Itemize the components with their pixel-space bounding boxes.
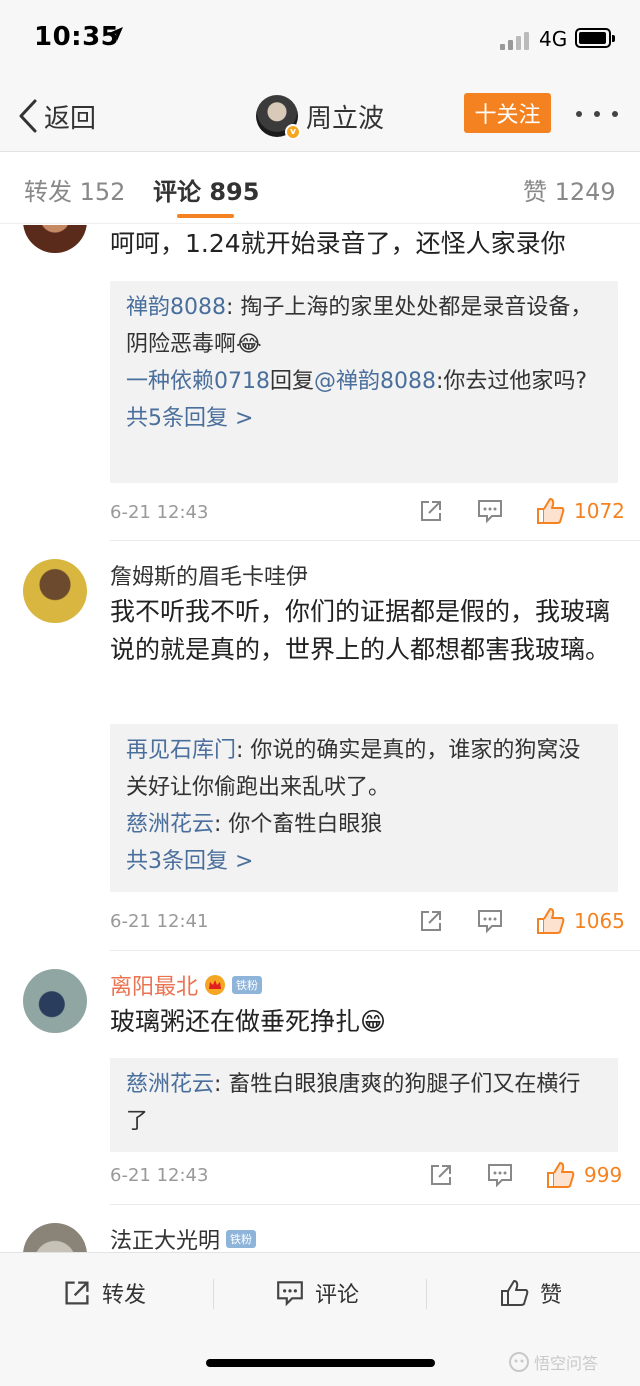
like-count: 999 [584,1163,623,1187]
comment-time: 6-21 12:41 [110,911,209,932]
comment-icon [277,1281,303,1307]
reply-box[interactable]: 慈洲花云: 畜牲白眼狼唐爽的狗腿子们又在横行了 [110,1058,618,1152]
reply-mention[interactable]: @禅韵8088 [314,369,436,394]
active-tab-indicator [177,214,234,218]
watermark-text: 悟空问答 [534,1354,599,1373]
battery-icon [575,28,615,48]
reply-item: 慈洲花云: 你个畜牲白眼狼 [126,806,602,843]
follow-button[interactable]: 十关注 [464,93,551,133]
comment-actions: 1072 [418,497,625,525]
nav-bar: 返回 v 周立波 十关注 [0,80,640,152]
divider [110,1204,640,1205]
reply-item: 再见石库门: 你说的确实是真的，谁家的狗窝没关好让你偷跑出来乱吠了。 [126,732,602,806]
network-type: 4G [539,27,568,51]
avatar[interactable] [23,969,87,1033]
comment-list[interactable]: 呵呵，1.24就开始录音了，还怪人家录你 禅韵8088: 掏子上海的家里处处都是… [0,225,640,1252]
reply-item: 禅韵8088: 掏子上海的家里处处都是录音设备，阴险恶毒啊😂 [126,289,602,363]
reply-user[interactable]: 一种依赖0718 [126,369,270,394]
like-count: 1072 [574,499,625,523]
tab-comments[interactable]: 评论 895 [153,172,259,207]
divider [110,950,640,951]
more-replies-link[interactable]: 共5条回复 > [126,400,602,437]
thumbs-up-icon [501,1280,529,1306]
comment-text: 玻璃粥还在做垂死挣扎😁 [110,1007,387,1036]
reply-item: 一种依赖0718回复@禅韵8088:你去过他家吗? [126,363,602,400]
reply-box[interactable]: 禅韵8088: 掏子上海的家里处处都是录音设备，阴险恶毒啊😂 一种依赖0718回… [110,281,618,483]
reply-item: 慈洲花云: 畜牲白眼狼唐爽的狗腿子们又在横行了 [126,1066,602,1140]
reply-text: :你去过他家吗? [436,369,588,394]
divider [110,540,640,541]
reply-text: : 你个畜牲白眼狼 [214,812,383,837]
verified-badge-icon: v [285,124,301,140]
tab-repost[interactable]: 转发 152 [24,172,125,207]
comment-label: 评论 [315,1283,360,1308]
repost-button[interactable]: 转发 [62,1275,146,1311]
thumbs-up-icon[interactable] [536,497,566,525]
reply-box[interactable]: 再见石库门: 你说的确实是真的，谁家的狗窝没关好让你偷跑出来乱吠了。 慈洲花云:… [110,724,618,892]
wukong-logo-icon [509,1352,529,1372]
reply-user[interactable]: 慈洲花云 [126,812,214,837]
like-button[interactable]: 赞 [500,1275,562,1311]
crown-icon [205,975,226,995]
reply-icon[interactable] [486,1162,514,1188]
repost-label: 转发 [102,1283,147,1308]
reply-icon[interactable] [476,908,504,934]
reply-icon[interactable] [476,498,504,524]
comment-text: 我不听我不听，你们的证据都是假的，我玻璃说的就是真的，世界上的人都想都害我玻璃。 [110,597,611,664]
location-arrow-icon [109,27,123,41]
back-label: 返回 [44,103,97,134]
comment-username-row: 法正大光明 铁粉 [110,1223,257,1252]
chevron-left-icon [19,99,37,133]
status-bar: 10:35 4G [0,0,640,80]
watermark: 悟空问答 [508,1350,598,1374]
comment-actions: 999 [428,1161,622,1189]
share-icon[interactable] [418,498,444,524]
home-indicator[interactable] [206,1359,435,1367]
avatar[interactable] [23,1223,87,1252]
thumbs-up-icon[interactable] [536,907,566,935]
signal-strength-icon [500,30,532,50]
reply-user[interactable]: 慈洲花云 [126,1072,214,1097]
back-button[interactable]: 返回 [18,94,96,138]
tab-bar: 转发 152 评论 895 赞 1249 [0,152,640,224]
comment-username[interactable]: 法正大光明 [110,1223,220,1252]
fan-badge: 铁粉 [226,1230,257,1248]
like-count: 1065 [574,909,625,933]
avatar: v [256,95,301,140]
more-replies-link[interactable]: 共3条回复 > [126,843,602,880]
avatar[interactable] [23,225,87,253]
status-time: 10:35 [34,22,120,52]
thumbs-up-icon[interactable] [546,1161,576,1189]
share-icon[interactable] [428,1162,454,1188]
like-label: 赞 [540,1283,563,1308]
more-options-icon[interactable] [576,108,618,120]
comment-username-row: 离阳最北 铁粉 [110,969,263,1001]
avatar[interactable] [23,559,87,623]
comment-time: 6-21 12:43 [110,502,209,523]
reply-user[interactable]: 禅韵8088 [126,295,226,320]
fan-badge: 铁粉 [232,976,263,994]
comment-username[interactable]: 詹姆斯的眉毛卡哇伊 [110,559,308,591]
divider [213,1279,214,1309]
tab-likes[interactable]: 赞 1249 [523,172,616,207]
comment-time: 6-21 12:43 [110,1165,209,1186]
comment-text: 呵呵，1.24就开始录音了，还怪人家录你 [110,229,566,258]
reply-user[interactable]: 再见石库门 [126,738,236,763]
profile-header[interactable]: v 周立波 [256,92,384,140]
comment-actions: 1065 [418,907,625,935]
share-icon[interactable] [418,908,444,934]
profile-name: 周立波 [306,103,385,134]
share-icon [65,1281,89,1305]
comment-username[interactable]: 离阳最北 [110,969,198,1001]
divider [426,1279,427,1309]
comment-button[interactable]: 评论 [275,1275,359,1311]
reply-connector: 回复 [270,369,315,394]
